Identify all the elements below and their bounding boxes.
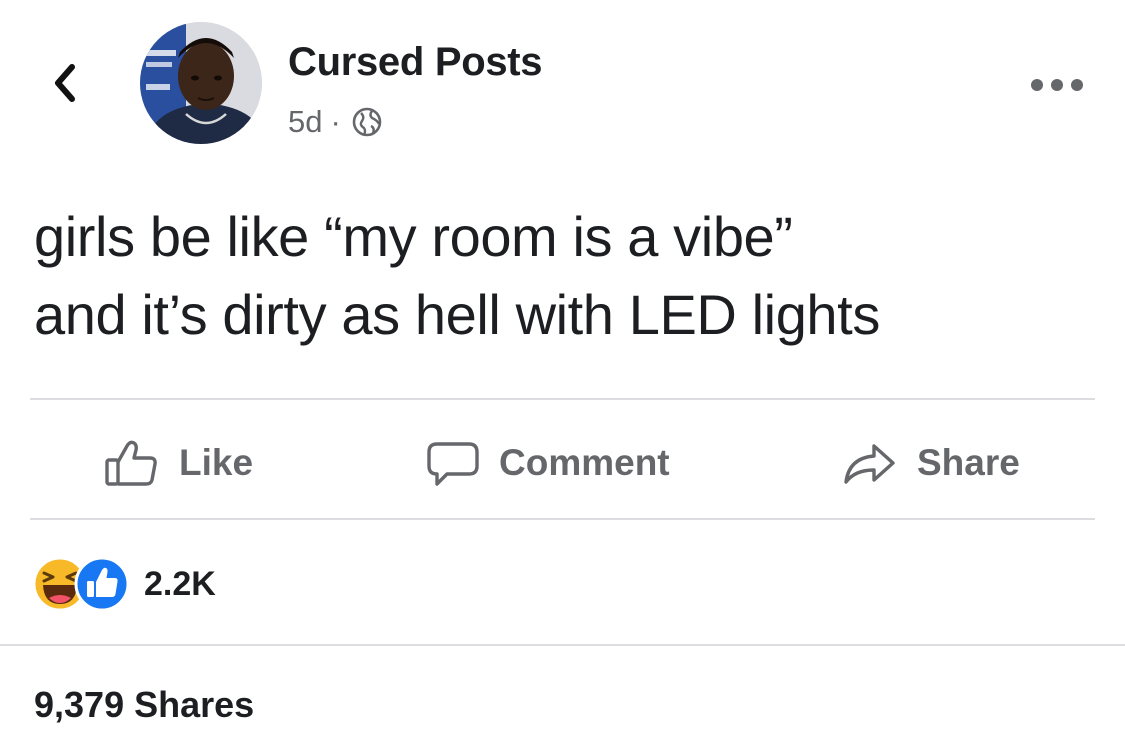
divider bbox=[30, 398, 1095, 400]
profile-photo bbox=[140, 22, 262, 144]
divider bbox=[0, 644, 1125, 646]
post-time[interactable]: 5d bbox=[288, 104, 322, 140]
chevron-left-icon bbox=[55, 64, 75, 102]
like-reaction-icon bbox=[74, 556, 130, 612]
shares-count[interactable]: 9,379 Shares bbox=[34, 684, 254, 726]
post-text: girls be like “my room is a vibe” and it… bbox=[34, 198, 1109, 354]
post-text-line: girls be like “my room is a vibe” bbox=[34, 205, 793, 268]
globe-icon[interactable] bbox=[351, 106, 383, 138]
share-arrow-icon bbox=[844, 444, 895, 484]
more-options-button[interactable] bbox=[1022, 70, 1092, 100]
avatar[interactable] bbox=[140, 22, 262, 144]
thumbs-up-icon bbox=[105, 440, 157, 486]
like-label: Like bbox=[179, 442, 254, 483]
author-name[interactable]: Cursed Posts bbox=[288, 40, 543, 85]
comment-label: Comment bbox=[499, 442, 670, 483]
reaction-count: 2.2K bbox=[144, 564, 216, 603]
comment-button[interactable]: Comment bbox=[425, 420, 670, 506]
like-button[interactable]: Like bbox=[103, 420, 253, 506]
share-button[interactable]: Share bbox=[841, 420, 1020, 506]
post-text-line: and it’s dirty as hell with LED lights bbox=[34, 283, 880, 346]
post-meta: 5d · bbox=[288, 104, 383, 140]
action-bar: Like Comment Share bbox=[0, 420, 1125, 506]
reactions-summary[interactable]: 2.2K bbox=[32, 556, 216, 612]
comment-icon bbox=[427, 442, 479, 486]
back-button[interactable] bbox=[40, 58, 90, 108]
more-horizontal-icon bbox=[1031, 79, 1083, 91]
meta-separator: · bbox=[330, 104, 341, 139]
share-label: Share bbox=[917, 442, 1020, 483]
divider bbox=[30, 518, 1095, 520]
